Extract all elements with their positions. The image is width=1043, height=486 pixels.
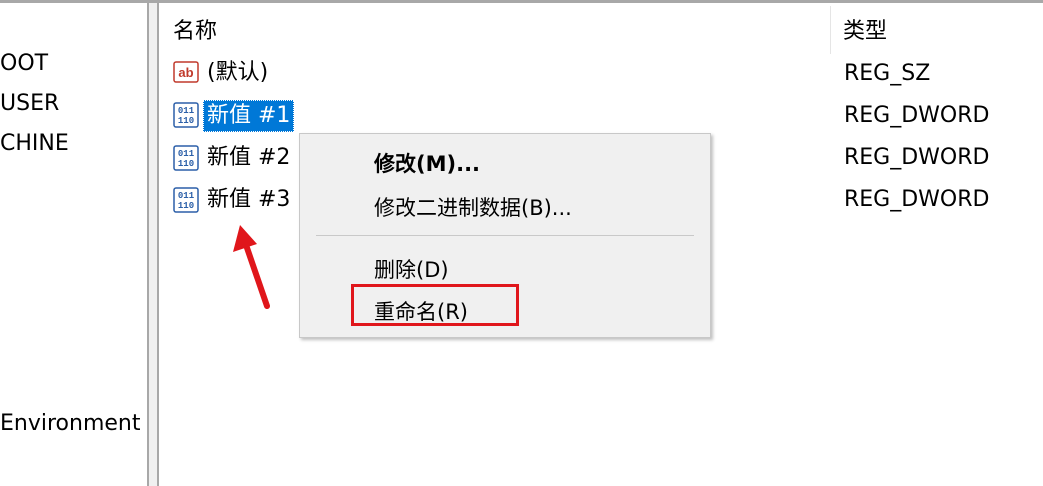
svg-text:011: 011: [178, 149, 195, 159]
binary-value-icon: 011 110: [173, 187, 199, 213]
menu-item-modify-binary[interactable]: 修改二进制数据(B)...: [374, 192, 572, 222]
svg-text:011: 011: [178, 106, 195, 116]
value-name: (默认): [207, 60, 269, 85]
svg-text:110: 110: [178, 116, 194, 126]
column-header-name[interactable]: 名称: [173, 13, 217, 45]
binary-value-icon: 011 110: [173, 145, 199, 171]
context-menu: 修改(M)... 修改二进制数据(B)... 删除(D) 重命名(R): [299, 133, 711, 338]
menu-item-delete[interactable]: 删除(D): [374, 254, 449, 284]
tree-item-current-user[interactable]: USER: [0, 91, 59, 116]
pane-splitter[interactable]: [147, 3, 159, 486]
tree-item-environment[interactable]: Environment: [0, 411, 140, 436]
menu-item-rename[interactable]: 重命名(R): [374, 296, 468, 326]
menu-item-modify[interactable]: 修改(M)...: [374, 148, 480, 178]
svg-text:ab: ab: [178, 65, 193, 80]
menu-separator: [316, 235, 694, 236]
svg-text:110: 110: [178, 201, 194, 211]
svg-text:110: 110: [178, 159, 194, 169]
value-name: 新值 #3: [207, 187, 291, 212]
annotation-arrow-icon: [233, 225, 270, 309]
string-value-icon: ab: [173, 61, 199, 83]
value-type: REG_SZ: [844, 61, 931, 86]
value-name-selected[interactable]: 新值 #1: [203, 100, 295, 132]
registry-tree-pane[interactable]: OOT USER CHINE Environment: [0, 3, 147, 486]
value-type: REG_DWORD: [844, 187, 990, 212]
column-header-type[interactable]: 类型: [843, 13, 887, 45]
tree-item-classes-root[interactable]: OOT: [0, 51, 48, 76]
binary-value-icon: 011 110: [173, 102, 199, 128]
column-divider[interactable]: [830, 6, 831, 54]
value-name: 新值 #2: [207, 145, 291, 170]
value-type: REG_DWORD: [844, 145, 990, 170]
svg-text:011: 011: [178, 191, 195, 201]
value-type: REG_DWORD: [844, 103, 990, 128]
tree-item-local-machine[interactable]: CHINE: [0, 131, 69, 156]
